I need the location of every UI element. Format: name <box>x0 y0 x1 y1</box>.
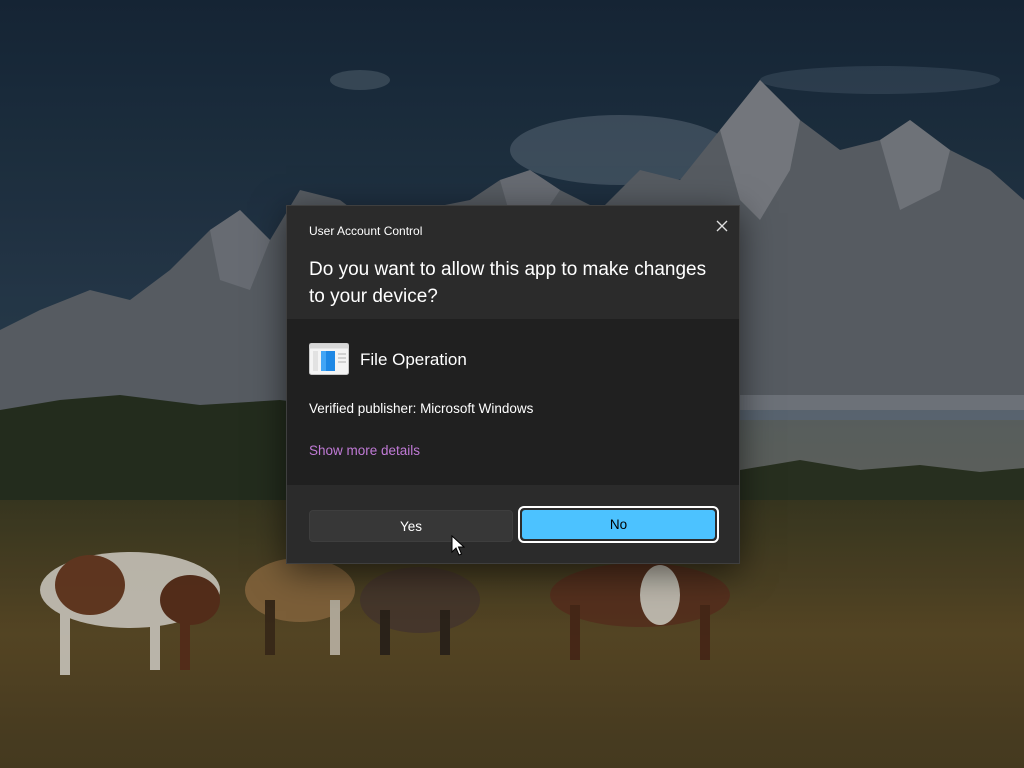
dialog-body: File Operation Verified publisher: Micro… <box>287 319 739 485</box>
verified-publisher: Verified publisher: Microsoft Windows <box>309 401 534 416</box>
no-button[interactable]: No <box>522 510 715 539</box>
close-icon <box>716 220 728 232</box>
yes-button[interactable]: Yes <box>309 510 513 542</box>
dialog-question: Do you want to allow this app to make ch… <box>309 259 707 307</box>
app-name: File Operation <box>360 350 467 369</box>
mouse-pointer-icon <box>451 535 465 556</box>
close-button[interactable] <box>707 211 737 241</box>
dialog-header: User Account Control Do you want to allo… <box>287 206 739 319</box>
dialog-title: User Account Control <box>309 224 423 238</box>
file-operation-app-icon <box>309 343 349 375</box>
dialog-footer: Yes No <box>287 485 739 563</box>
uac-dialog: User Account Control Do you want to allo… <box>286 205 740 564</box>
show-more-details-link[interactable]: Show more details <box>309 443 420 458</box>
